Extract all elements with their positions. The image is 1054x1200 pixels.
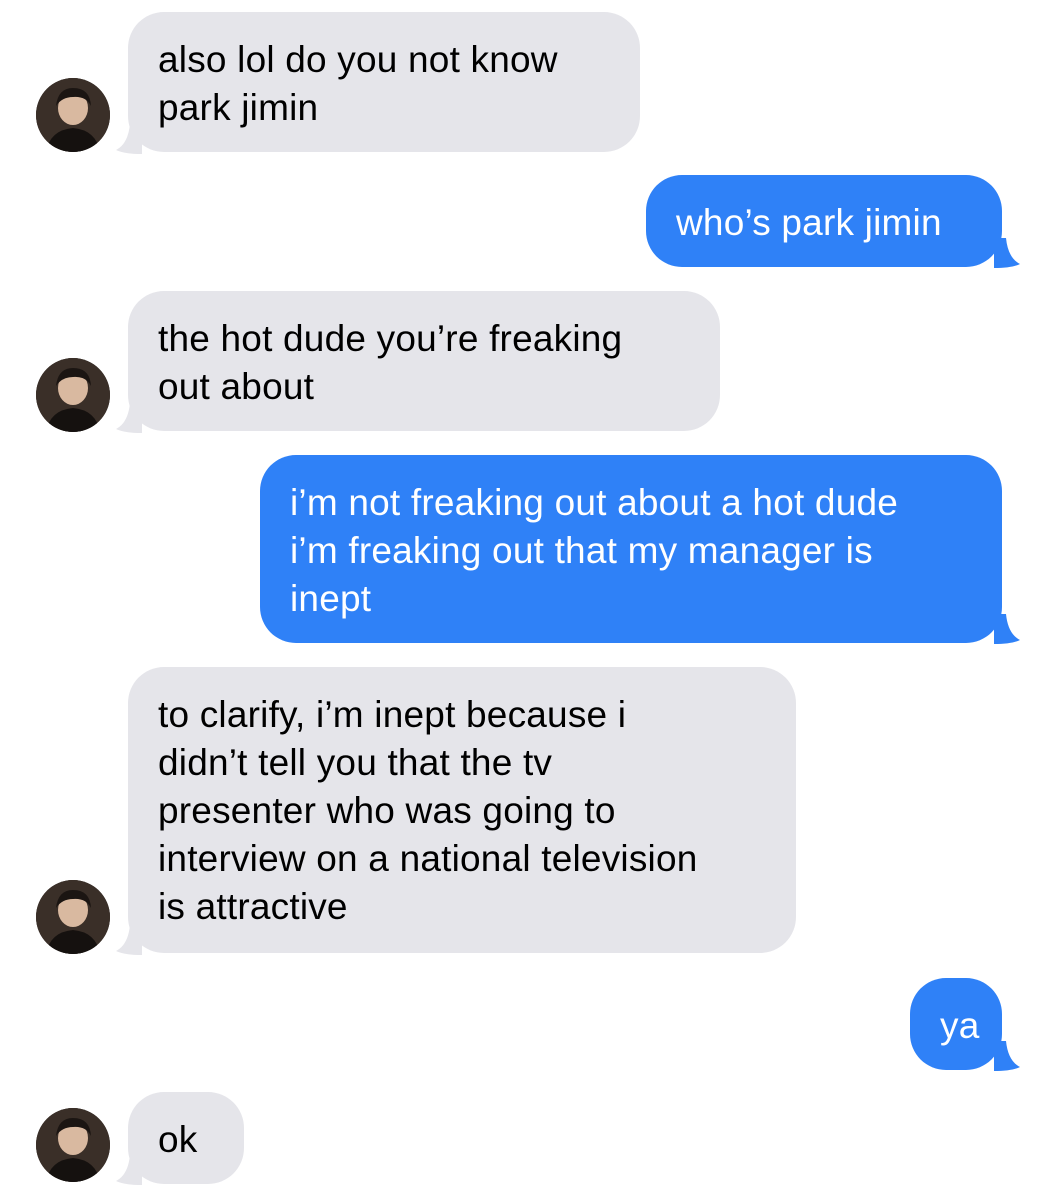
bubble-tail-icon [994, 238, 1020, 268]
message-text-line: who’s park jimin [676, 202, 942, 243]
message-thread: also lol do you not know park jimin who’… [0, 0, 1054, 1200]
message-bubble[interactable]: to clarify, i’m inept because i didn’t t… [128, 667, 796, 953]
contact-avatar[interactable] [36, 880, 110, 954]
message-text-line: park jimin [158, 87, 319, 128]
message-text-line: interview on a national television [158, 838, 698, 879]
message-text-line: ya [940, 1005, 980, 1046]
bubble-tail-icon [116, 1155, 142, 1185]
message-bubble[interactable]: i’m not freaking out about a hot dude i’… [260, 455, 1002, 643]
bubble-tail-icon [994, 614, 1020, 644]
message-text-line: presenter who was going to [158, 790, 616, 831]
message-text-line: ok [158, 1119, 198, 1160]
message-text-line: out about [158, 366, 315, 407]
message-text-line: is attractive [158, 886, 348, 927]
message-bubble[interactable]: ya [910, 978, 1002, 1070]
message-text-line: to clarify, i’m inept because i [158, 694, 627, 735]
contact-photo-icon [36, 78, 110, 152]
contact-photo-icon [36, 880, 110, 954]
contact-photo-icon [36, 1108, 110, 1182]
contact-avatar[interactable] [36, 358, 110, 432]
message-text-line: the hot dude you’re freaking [158, 318, 623, 359]
contact-photo-icon [36, 358, 110, 432]
message-text-line: i’m not freaking out about a hot dude [290, 482, 899, 523]
message-bubble[interactable]: also lol do you not know park jimin [128, 12, 640, 152]
message-bubble[interactable]: the hot dude you’re freaking out about [128, 291, 720, 431]
message-text-line: i’m freaking out that my manager is [290, 530, 873, 571]
bubble-tail-icon [994, 1041, 1020, 1071]
contact-avatar[interactable] [36, 1108, 110, 1182]
message-bubble[interactable]: ok [128, 1092, 244, 1184]
message-text-line: didn’t tell you that the tv [158, 742, 553, 783]
bubble-tail-icon [116, 124, 142, 154]
contact-avatar[interactable] [36, 78, 110, 152]
message-text-line: also lol do you not know [158, 39, 558, 80]
message-bubble[interactable]: who’s park jimin [646, 175, 1002, 267]
bubble-tail-icon [116, 925, 142, 955]
bubble-tail-icon [116, 403, 142, 433]
message-text-line: inept [290, 578, 372, 619]
